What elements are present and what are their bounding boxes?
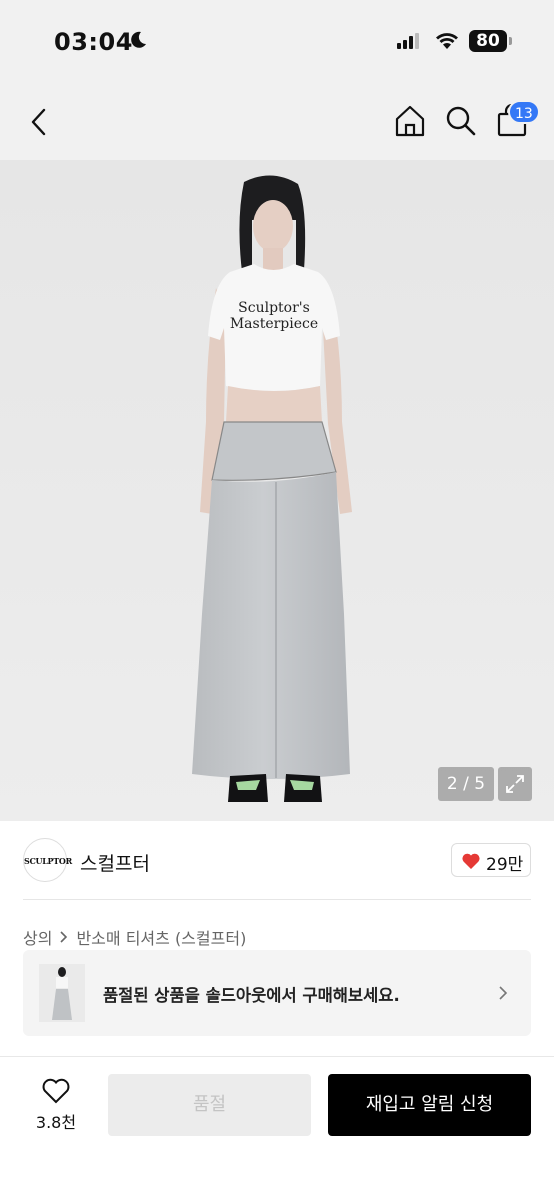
banner-thumbnail — [39, 964, 85, 1022]
moon-icon — [131, 31, 146, 48]
signal-icon — [397, 33, 419, 49]
status-bar: 03:04 80 — [0, 0, 554, 84]
image-counter: 2 / 5 — [438, 767, 494, 801]
product-photo: Sculptor's Masterpiece — [0, 160, 554, 821]
breadcrumb-category[interactable]: 상의 — [23, 925, 52, 949]
cart-count-badge: 13 — [508, 100, 540, 124]
back-arrow-icon[interactable] — [26, 106, 54, 138]
search-icon[interactable] — [444, 104, 478, 138]
banner-text: 품절된 상품을 솔드아웃에서 구매해보세요. — [103, 986, 400, 1005]
heart-outline-icon[interactable] — [41, 1077, 71, 1105]
section-divider — [23, 899, 531, 900]
wifi-icon — [436, 33, 458, 49]
soldout-banner[interactable]: 품절된 상품을 솔드아웃에서 구매해보세요. — [23, 950, 531, 1036]
shirt-print-text: Sculptor's Masterpiece — [230, 300, 318, 332]
heart-filled-icon — [462, 853, 480, 869]
expand-icon — [506, 775, 524, 793]
restock-alert-button[interactable]: 재입고 알림 신청 — [328, 1074, 531, 1136]
battery-level: 80 — [469, 30, 507, 52]
fullscreen-button[interactable] — [498, 767, 532, 801]
top-nav — [0, 84, 554, 160]
chevron-right-icon — [499, 986, 508, 1000]
brand-like-button[interactable]: 29만 — [451, 843, 531, 877]
home-icon[interactable] — [392, 103, 428, 139]
brand-logo[interactable]: SCULPTOR — [23, 838, 72, 882]
chevron-right-icon — [60, 931, 68, 943]
brand-like-count: 29만 — [486, 855, 524, 875]
clock: 03:04 — [54, 28, 133, 56]
breadcrumb: 상의 반소매 티셔츠 (스컬프터) — [23, 925, 246, 949]
product-image-carousel[interactable]: Sculptor's Masterpiece 2 / 5 — [0, 160, 554, 821]
soldout-button: 품절 — [108, 1074, 311, 1136]
brand-name[interactable]: 스컬프터 — [80, 849, 150, 876]
breadcrumb-subcategory[interactable]: 반소매 티셔츠 (스컬프터) — [76, 925, 246, 949]
bottom-action-bar: 3.8천 품절 재입고 알림 신청 — [0, 1056, 554, 1200]
wishlist-count: 3.8천 — [35, 1113, 77, 1132]
battery-tip — [509, 37, 512, 45]
